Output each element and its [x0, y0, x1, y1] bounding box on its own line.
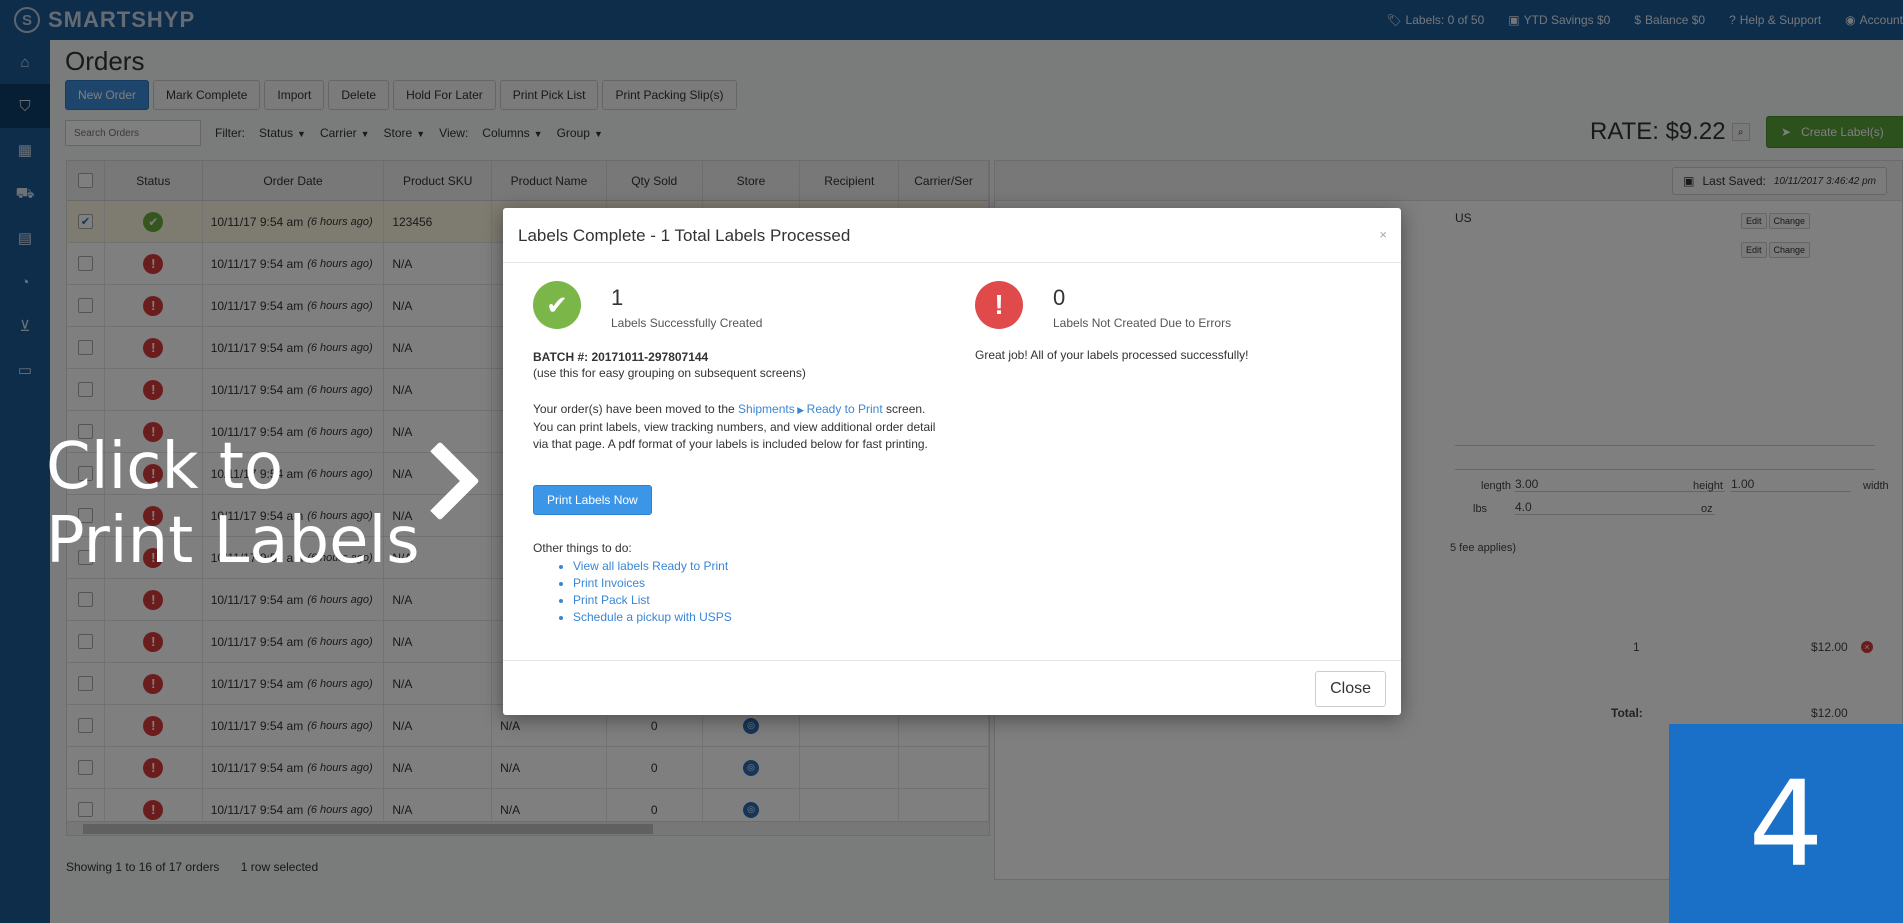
other-things-heading: Other things to do: — [533, 541, 632, 555]
close-icon[interactable]: × — [1379, 227, 1387, 242]
ready-to-print-link[interactable]: Ready to Print — [807, 402, 883, 416]
modal-footer: Close — [503, 660, 1401, 715]
success-count: 1 — [611, 285, 624, 310]
close-button[interactable]: Close — [1315, 671, 1386, 707]
batch-number: BATCH #: 20171011-297807144 — [533, 350, 709, 364]
success-message: Great job! All of your labels processed … — [975, 348, 1249, 362]
labels-complete-modal: Labels Complete - 1 Total Labels Process… — [503, 208, 1401, 715]
check-circle-icon: ✔ — [533, 281, 581, 329]
callout-line-2: Print Labels — [46, 504, 420, 578]
batch-note: (use this for easy grouping on subsequen… — [533, 366, 806, 380]
error-circle-icon: ! — [975, 281, 1023, 329]
moved-message: Your order(s) have been moved to the Shi… — [533, 402, 936, 451]
success-label: Labels Successfully Created — [611, 316, 763, 330]
error-label: Labels Not Created Due to Errors — [1053, 316, 1232, 330]
error-count: 0 — [1053, 285, 1066, 310]
tutorial-callout: Click to Print Labels — [46, 430, 420, 578]
print-pack-list-link[interactable]: Print Pack List — [573, 592, 732, 609]
shipments-link[interactable]: Shipments — [738, 402, 795, 416]
callout-line-1: Click to — [46, 430, 284, 504]
view-ready-labels-link[interactable]: View all labels Ready to Print — [573, 558, 732, 575]
other-things-list: View all labels Ready to Print Print Inv… — [573, 558, 732, 626]
modal-header: Labels Complete - 1 Total Labels Process… — [503, 208, 1401, 263]
schedule-pickup-link[interactable]: Schedule a pickup with USPS — [573, 609, 732, 626]
step-number-badge: 4 — [1669, 724, 1903, 923]
caret-right-icon: ▶ — [794, 405, 807, 415]
modal-body: ✔ 1 Labels Successfully Created ! 0 Labe… — [503, 263, 1401, 660]
print-labels-now-button[interactable]: Print Labels Now — [533, 485, 652, 515]
print-invoices-link[interactable]: Print Invoices — [573, 575, 732, 592]
modal-title: Labels Complete - 1 Total Labels Process… — [518, 226, 851, 245]
